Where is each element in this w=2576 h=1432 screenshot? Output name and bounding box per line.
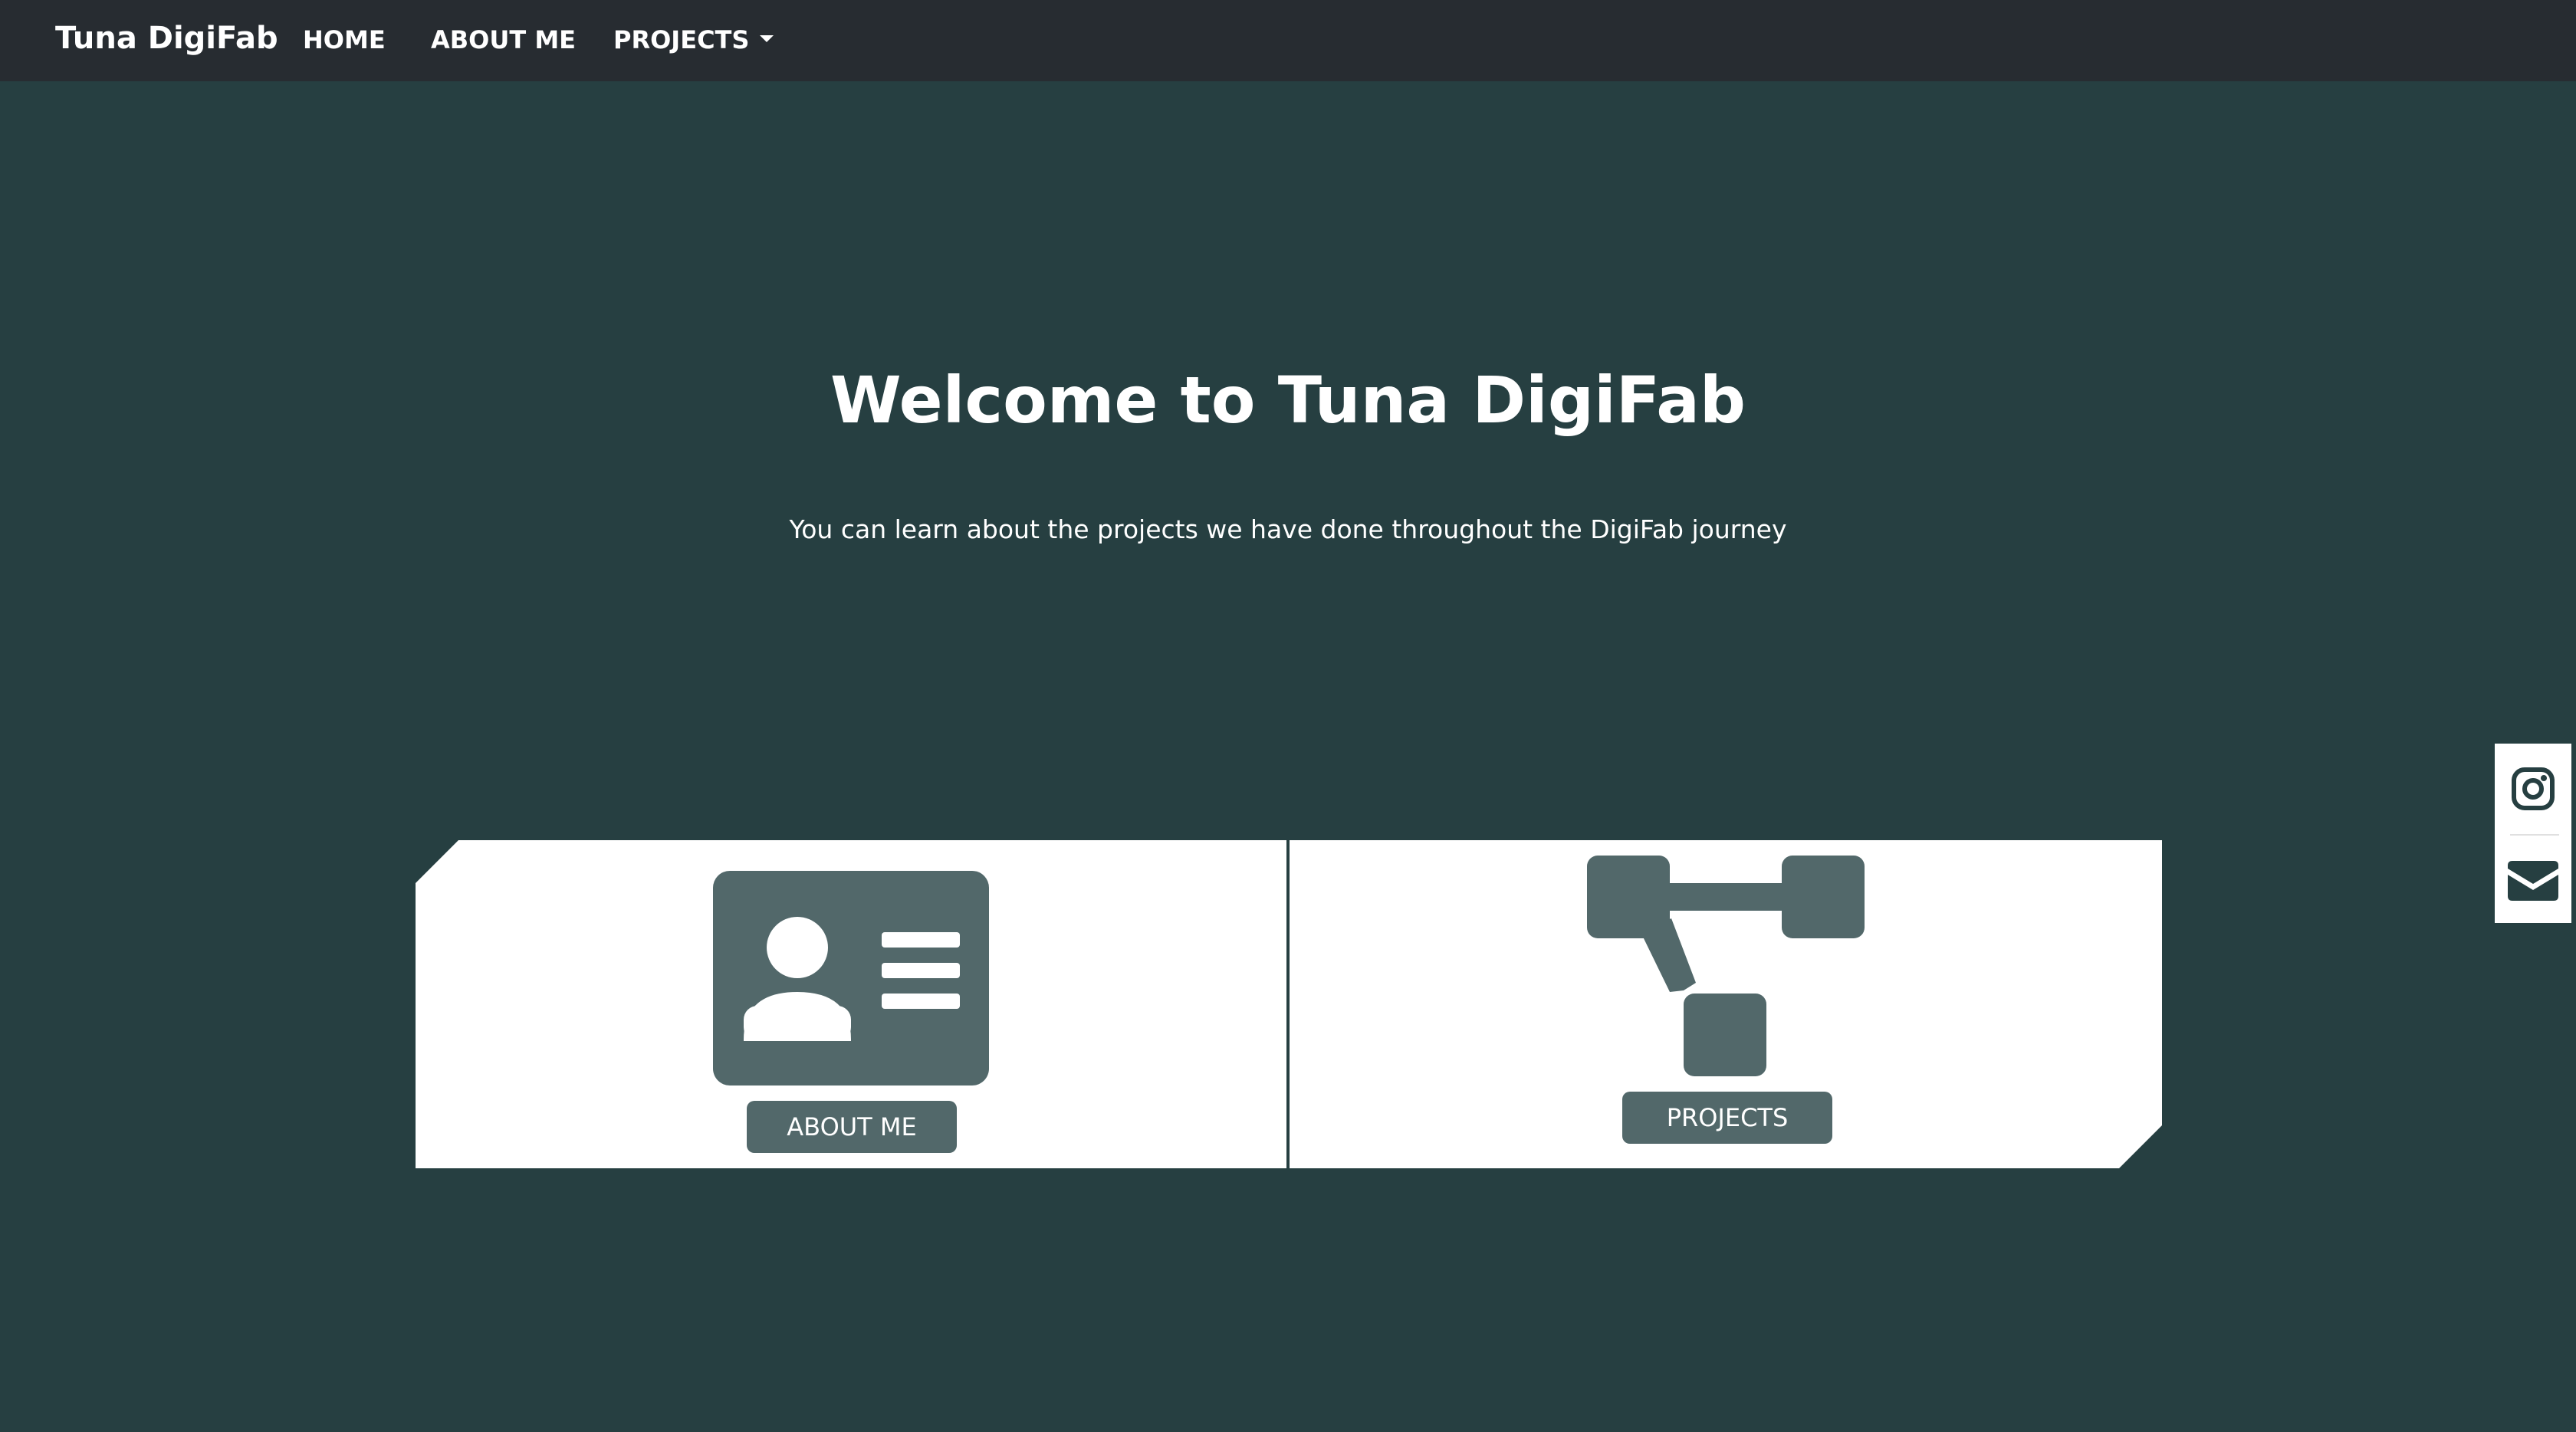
- projects-button[interactable]: PROJECTS: [1622, 1092, 1832, 1144]
- nav-projects-label: PROJECTS: [613, 25, 750, 54]
- hero-subtitle: You can learn about the projects we have…: [789, 514, 1787, 544]
- instagram-link[interactable]: [2495, 744, 2571, 834]
- social-sidebar: [2493, 742, 2573, 925]
- card-divider: [1286, 840, 1290, 1168]
- hero-title: Welcome to Tuna DigiFab: [830, 363, 1746, 438]
- instagram-icon: [2512, 767, 2555, 810]
- nav-projects-dropdown[interactable]: PROJECTS: [613, 23, 774, 57]
- navigation-cards: ABOUT ME PROJECTS: [416, 840, 2162, 1168]
- nav-about-link[interactable]: ABOUT ME: [431, 23, 576, 57]
- brand-logo-link[interactable]: Tuna DigiFab: [55, 17, 278, 60]
- projects-card[interactable]: PROJECTS: [1290, 840, 2162, 1168]
- about-me-card[interactable]: ABOUT ME: [416, 840, 1286, 1168]
- email-link[interactable]: [2495, 836, 2571, 926]
- navbar: Tuna DigiFab HOME ABOUT ME PROJECTS: [0, 0, 2576, 81]
- id-card-icon: [713, 871, 989, 1085]
- envelope-icon: [2508, 861, 2558, 901]
- robot-arm-icon: [1587, 856, 1865, 1082]
- about-me-button[interactable]: ABOUT ME: [747, 1101, 957, 1153]
- caret-down-icon: [760, 34, 774, 42]
- nav-home-link[interactable]: HOME: [303, 23, 386, 57]
